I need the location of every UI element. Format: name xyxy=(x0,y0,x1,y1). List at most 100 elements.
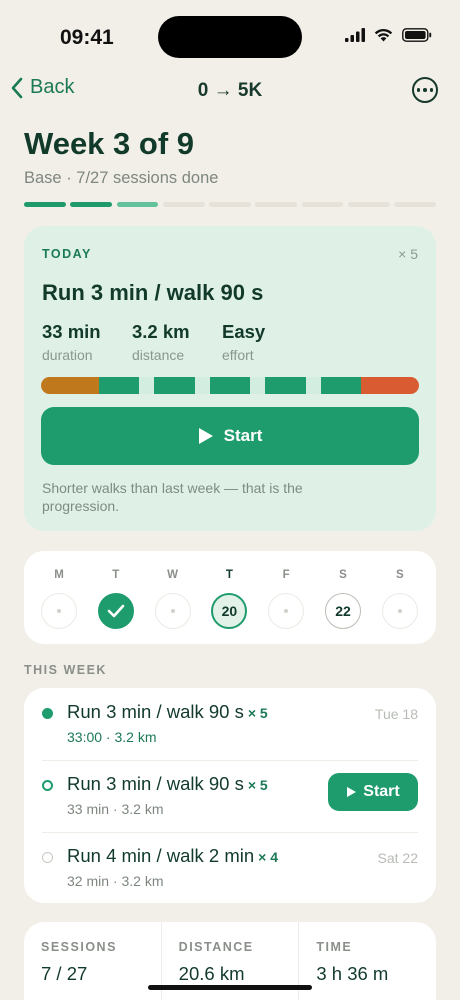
week-progress-bar xyxy=(24,202,436,207)
day-rest[interactable]: M xyxy=(39,569,79,629)
summary-time: TIME 3 h 36 m xyxy=(298,922,436,1000)
day-circle xyxy=(97,593,134,629)
day-circle xyxy=(381,593,418,629)
day-circle: 22 xyxy=(325,593,361,629)
page-title: Week 3 of 9 xyxy=(24,126,195,161)
run-segment xyxy=(265,377,306,394)
signal-icon xyxy=(345,28,365,42)
session-sub: 33:00 · 3.2 km xyxy=(67,729,157,745)
page-subtitle: Base · 7/27 sessions done xyxy=(24,169,219,187)
session-row-upcoming[interactable]: Run 4 min / walk 2 min × 4 32 min · 3.2 k… xyxy=(24,832,436,904)
day-rest[interactable]: F xyxy=(266,569,306,629)
status-icons xyxy=(345,28,432,42)
start-label: Start xyxy=(223,426,263,445)
status-bar: 09:41 xyxy=(0,0,460,72)
session-date: Sat 22 xyxy=(377,850,418,866)
day-letter: W xyxy=(167,569,179,581)
more-options-button[interactable] xyxy=(412,77,438,103)
start-session-button[interactable]: Start xyxy=(328,773,418,811)
session-row-done[interactable]: Run 3 min / walk 90 s × 5 33:00 · 3.2 km … xyxy=(24,688,436,760)
day-today[interactable]: T 20 xyxy=(209,569,249,629)
summary-value: 3 h 36 m xyxy=(316,963,389,984)
checkmark-icon xyxy=(107,604,125,618)
week-segment xyxy=(24,202,66,207)
day-letter: S xyxy=(339,569,347,581)
session-sub: 32 min · 3.2 km xyxy=(67,873,164,889)
nav-title: 0 → 5K xyxy=(197,80,263,101)
session-title: Run 4 min / walk 2 min × 4 xyxy=(67,845,278,866)
week-segment xyxy=(301,202,344,207)
week-strip: M T W T 20 F S 22 S xyxy=(24,551,436,644)
stat-value: 3.2 km xyxy=(132,321,190,342)
week-segment xyxy=(394,202,436,207)
warmup-segment xyxy=(41,377,99,394)
day-letter: S xyxy=(395,569,404,581)
start-workout-button[interactable]: Start xyxy=(41,407,419,465)
day-letter: M xyxy=(54,569,64,581)
session-list: Run 3 min / walk 90 s × 5 33:00 · 3.2 km … xyxy=(24,688,436,903)
summary-label: DISTANCE xyxy=(178,940,254,954)
stat-distance: 3.2 km distance xyxy=(132,321,190,363)
rest-dot xyxy=(57,609,61,613)
status-dot xyxy=(42,780,53,791)
stat-duration: 33 min duration xyxy=(42,321,101,363)
session-mult: × 4 xyxy=(258,849,278,865)
stat-effort: Easy effort xyxy=(222,321,265,363)
battery-icon xyxy=(402,28,432,42)
session-title: Run 3 min / walk 90 s × 5 xyxy=(67,701,268,722)
rest-dot xyxy=(397,609,402,613)
today-card: TODAY × 5 Run 3 min / walk 90 s 33 min d… xyxy=(24,226,436,531)
week-segment xyxy=(162,202,205,207)
this-week-label: THIS WEEK xyxy=(24,663,107,677)
run-segment xyxy=(320,377,361,394)
week-segment xyxy=(116,202,159,207)
run-segment xyxy=(99,377,140,394)
day-circle xyxy=(154,593,191,629)
summary-label: SESSIONS xyxy=(41,940,117,954)
session-title: Run 3 min / walk 90 s × 5 xyxy=(67,773,268,794)
ellipsis-icon xyxy=(416,88,421,92)
week-segment xyxy=(209,202,251,207)
day-done[interactable]: T xyxy=(96,569,136,629)
week-segment xyxy=(70,202,112,207)
day-letter: T xyxy=(112,569,120,581)
session-mult: × 5 xyxy=(247,777,268,793)
day-rest[interactable]: W xyxy=(153,569,193,629)
rest-dot xyxy=(284,609,289,613)
today-label: TODAY xyxy=(42,247,92,261)
play-icon xyxy=(347,787,357,797)
session-sub: 33 min · 3.2 km xyxy=(67,801,164,817)
start-label: Start xyxy=(363,783,400,800)
play-icon xyxy=(198,428,213,444)
stat-value: 33 min xyxy=(42,321,101,342)
summary-label: TIME xyxy=(316,940,353,954)
day-planned[interactable]: S 22 xyxy=(323,569,363,629)
cooldown-segment xyxy=(361,377,419,394)
day-circle xyxy=(268,593,305,629)
wifi-icon xyxy=(374,28,393,42)
today-note: Shorter walks than last week — that is t… xyxy=(42,480,303,514)
week-segment xyxy=(347,202,390,207)
stat-value: Easy xyxy=(222,321,266,342)
day-circle xyxy=(41,593,77,629)
rest-dot xyxy=(170,609,175,613)
run-segment xyxy=(154,377,195,394)
dynamic-island xyxy=(158,16,302,58)
day-letter: T xyxy=(225,569,233,581)
stat-label: effort xyxy=(222,347,254,363)
summary-value: 7 / 27 xyxy=(41,963,88,984)
session-mult: × 5 xyxy=(247,705,268,721)
summary-value: 20.6 km xyxy=(178,963,245,984)
status-dot xyxy=(42,708,53,719)
day-rest[interactable]: S xyxy=(380,569,420,629)
week-segment xyxy=(255,202,298,207)
home-indicator xyxy=(148,985,312,990)
status-dot xyxy=(42,852,53,863)
walk-segment xyxy=(139,377,155,394)
day-circle: 20 xyxy=(211,593,248,629)
day-letter: F xyxy=(282,569,290,581)
stat-label: duration xyxy=(42,347,93,363)
walk-segment xyxy=(194,377,210,394)
summary-sessions: SESSIONS 7 / 27 xyxy=(24,922,161,1000)
walk-segment xyxy=(305,377,321,394)
